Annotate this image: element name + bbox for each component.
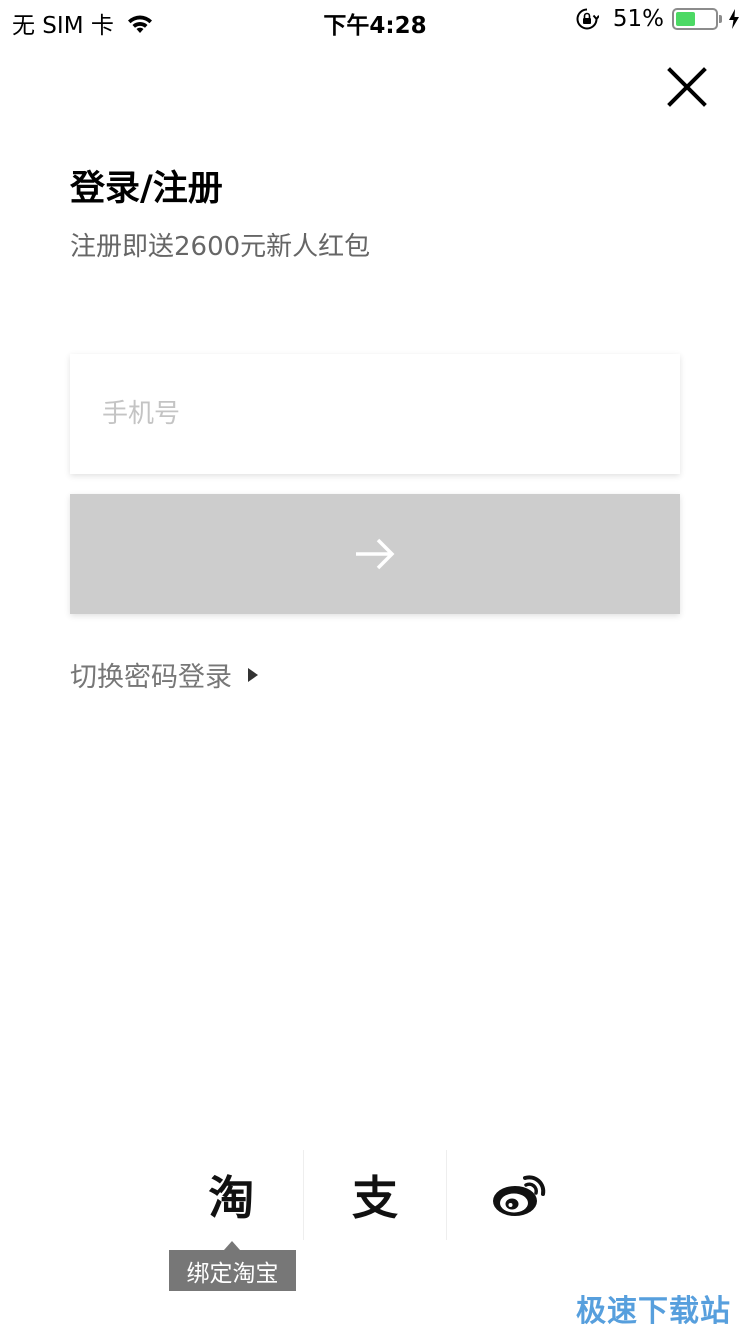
bind-taobao-tooltip: 绑定淘宝 — [169, 1241, 296, 1291]
rotation-lock-icon — [576, 8, 599, 30]
switch-password-login-label: 切换密码登录 — [70, 662, 232, 693]
weibo-login-button[interactable] — [446, 1150, 590, 1240]
taobao-icon: 淘 — [208, 1171, 255, 1225]
close-icon[interactable] — [662, 62, 712, 112]
page-title: 登录/注册 — [70, 169, 223, 209]
bolt-icon — [729, 9, 739, 29]
switch-password-login-link[interactable]: 切换密码登录 — [70, 655, 258, 694]
alipay-login-button[interactable]: 支 — [302, 1150, 447, 1240]
triangle-right-icon — [248, 667, 258, 682]
alipay-icon: 支 — [352, 1171, 398, 1225]
weibo-icon — [492, 1175, 545, 1216]
status-bar: 无 SIM 卡 下午4:28 51% — [0, 0, 750, 40]
battery-icon — [672, 8, 722, 30]
battery-percent: 51% — [612, 6, 664, 32]
next-button[interactable] — [70, 494, 680, 614]
page-subtitle: 注册即送2600元新人红包 — [70, 232, 371, 262]
watermark: 极速下载站 — [576, 1294, 731, 1329]
status-right: 51% — [575, 6, 740, 32]
arrow-right-icon — [356, 538, 395, 570]
taobao-login-button[interactable]: 淘 — [160, 1150, 303, 1240]
social-login-bar: 淘 支 — [160, 1150, 590, 1240]
phone-input[interactable] — [70, 354, 680, 474]
